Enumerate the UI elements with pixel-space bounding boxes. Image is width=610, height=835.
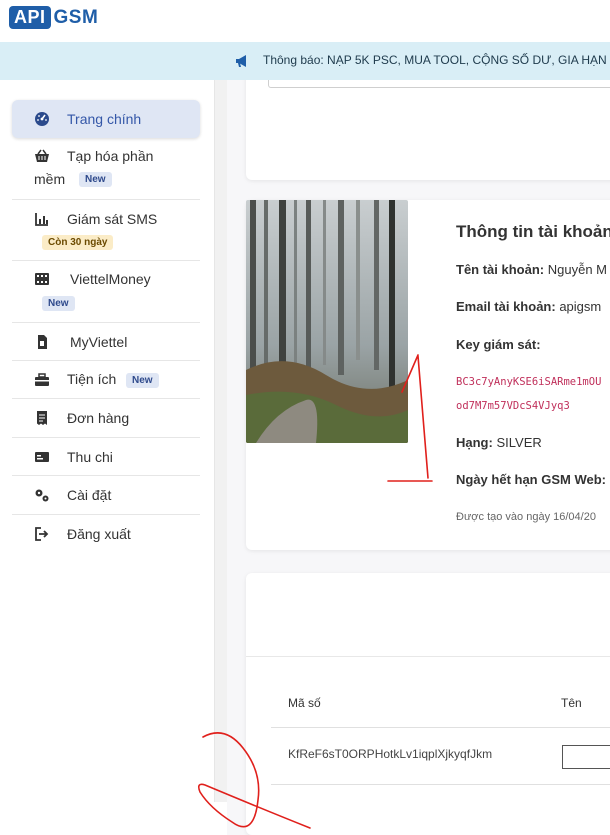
account-name-row: Tên tài khoản: Nguyễn M <box>456 262 607 277</box>
table-card: Mã số Tên KfReF6sT0ORPHotkLv1iqplXjkyqfJ… <box>246 573 610 835</box>
table-header-line <box>271 727 610 728</box>
top-header: API GSM <box>0 0 610 42</box>
sidebar-item-label: MyViettel <box>70 334 128 350</box>
sidebar-item-dang-xuat[interactable]: Đăng xuất <box>12 515 200 553</box>
remaining-days-badge: Còn 30 ngày <box>42 235 114 250</box>
monitor-key-line-1: BC3c7yAnyKSE6iSARme1mOU <box>456 376 602 388</box>
rank-value: SILVER <box>496 435 542 450</box>
account-card: Thông tin tài khoản Tên tài khoản: Nguyễ… <box>246 200 610 550</box>
new-badge: New <box>42 296 75 311</box>
column-header-name: Tên <box>561 696 582 710</box>
card-divider <box>246 656 610 657</box>
column-header-code: Mã số <box>288 696 321 710</box>
logo[interactable]: API GSM <box>9 6 98 29</box>
rank-label: Hạng: <box>456 435 493 450</box>
name-input[interactable] <box>562 745 610 769</box>
sidebar-item-tien-ich[interactable]: Tiện ích New <box>12 361 200 399</box>
sidebar-item-label: Đăng xuất <box>67 526 131 542</box>
new-badge: New <box>79 172 112 187</box>
created-date: Được tạo vào ngày 16/04/20 <box>456 511 596 523</box>
sidebar-item-label: ViettelMoney <box>70 271 151 287</box>
table-row-line <box>271 784 610 785</box>
money-icon <box>35 452 49 462</box>
sidebar-item-label: Tiện ích <box>67 371 117 387</box>
sidebar-nav: Trang chính Tạp hóa phần mềm New Giám sá… <box>12 100 200 553</box>
basket-icon <box>35 149 49 162</box>
profile-photo <box>246 200 408 443</box>
account-email-label: Email tài khoản: <box>456 299 556 314</box>
monitor-key-row: Key giám sát: <box>456 337 541 352</box>
sidebar-item-thu-chi[interactable]: Thu chi <box>12 438 200 476</box>
account-email-row: Email tài khoản: apigsm <box>456 299 601 314</box>
expiry-row: Ngày hết hạn GSM Web: <box>456 472 606 487</box>
sidebar-item-label-2: mềm <box>34 171 66 187</box>
megaphone-icon <box>236 55 246 67</box>
sidebar-item-label: Cài đặt <box>67 487 112 503</box>
toolbox-icon <box>35 373 49 386</box>
monitor-key-line-2: od7M7m57VDcS4VJyq3 <box>456 400 570 412</box>
receipt-icon <box>37 411 47 425</box>
sidebar-item-viettelmoney[interactable]: ViettelMoney New <box>12 261 200 323</box>
sidebar-item-giam-sat-sms[interactable]: Giám sát SMS Còn 30 ngày <box>12 200 200 261</box>
rank-row: Hạng: SILVER <box>456 435 542 450</box>
dashboard-icon <box>35 112 49 126</box>
expiry-label: Ngày hết hạn GSM Web: <box>456 472 606 487</box>
table-cell-code: KfReF6sT0ORPHotkLv1iqplXjkyqfJkm <box>288 747 493 761</box>
sidebar-item-tap-hoa[interactable]: Tạp hóa phần mềm New <box>12 138 200 200</box>
sidebar-item-cai-dat[interactable]: Cài đặt <box>12 476 200 515</box>
sim-icon <box>38 335 47 349</box>
sidebar-item-label: Đơn hàng <box>67 410 130 426</box>
sidebar-item-label: Tạp hóa phần <box>67 148 154 164</box>
notice-text: Thông báo: NẠP 5K PSC, MUA TOOL, CỘNG SỐ… <box>263 53 610 67</box>
gears-icon <box>35 489 49 502</box>
monitor-key-label: Key giám sát: <box>456 337 541 352</box>
new-badge: New <box>126 373 159 388</box>
top-card-input[interactable] <box>268 80 610 88</box>
chart-icon <box>35 213 48 226</box>
page: API GSM Thông báo: NẠP 5K PSC, MUA TOOL,… <box>0 0 610 835</box>
account-name-label: Tên tài khoản: <box>456 262 545 277</box>
film-icon <box>35 273 49 285</box>
top-card <box>246 80 610 180</box>
sidebar-item-trang-chinh[interactable]: Trang chính <box>12 100 200 138</box>
sidebar: Trang chính Tạp hóa phần mềm New Giám sá… <box>0 80 212 835</box>
main-content: Thông tin tài khoản Tên tài khoản: Nguyễ… <box>227 80 610 835</box>
sidebar-scrollbar[interactable] <box>214 80 227 802</box>
sidebar-item-label: Giám sát SMS <box>67 211 158 227</box>
notice-bar: Thông báo: NẠP 5K PSC, MUA TOOL, CỘNG SỐ… <box>0 42 610 80</box>
account-title: Thông tin tài khoản <box>456 222 610 241</box>
account-name-value: Nguyễn M <box>547 262 607 277</box>
sidebar-item-myviettel[interactable]: MyViettel <box>12 323 200 361</box>
logout-icon <box>35 527 49 541</box>
sidebar-item-label: Thu chi <box>67 449 113 465</box>
sidebar-item-don-hang[interactable]: Đơn hàng <box>12 399 200 438</box>
logo-gsm-text: GSM <box>53 6 99 28</box>
account-email-value: apigsm <box>559 299 602 314</box>
logo-api-text: API <box>9 6 51 29</box>
sidebar-item-label: Trang chính <box>67 111 142 127</box>
